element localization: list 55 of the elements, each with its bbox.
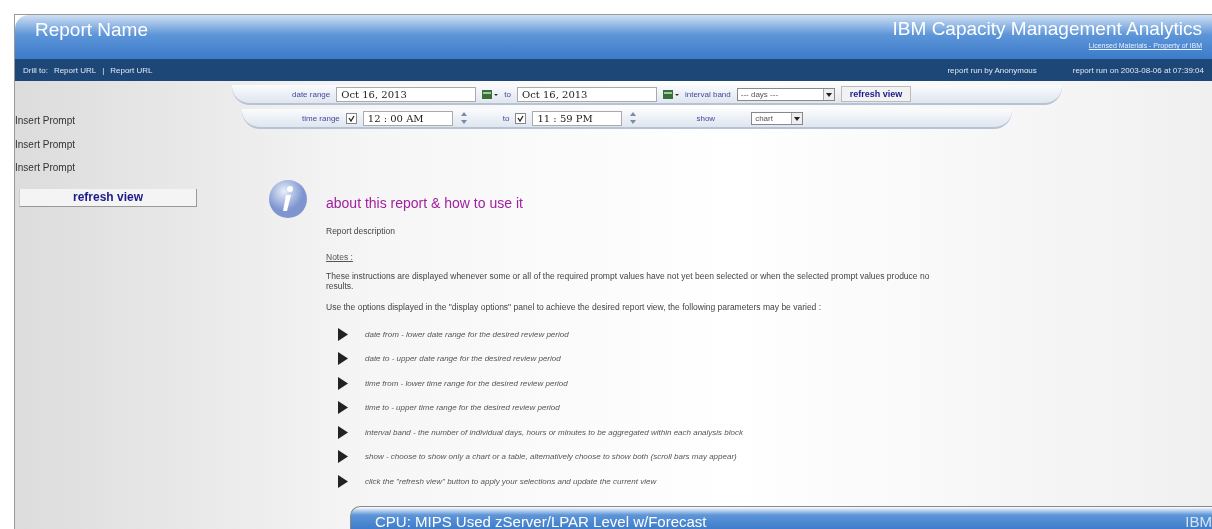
brand-text: IBM (1185, 513, 1212, 529)
time-from-field[interactable]: 12 : 00 AM (362, 110, 453, 126)
checkbox[interactable] (515, 112, 527, 124)
interval-select[interactable]: --- days --- (736, 87, 835, 101)
refresh-button[interactable]: refresh view (840, 86, 912, 102)
prompt-label: Insert Prompt (15, 115, 77, 128)
bullet-text: date to - upper date range for the desired review period (365, 354, 561, 363)
info-title: about this report & how to use it (326, 195, 524, 211)
bullet-text: interval band - the number of individual days, hours or minutes to be aggregated within each analysis block (365, 427, 743, 437)
report-link[interactable]: Report URL (53, 65, 97, 75)
calendar-icon[interactable] (662, 88, 679, 100)
instruction-paragraph: These instructions are displayed whenever some or all of the required prompt values have not yet been selected or when the selected prompt values produce no results. (326, 271, 931, 292)
report-link[interactable]: Report URL (110, 65, 153, 75)
date-to-field[interactable]: Oct 16, 2013 (516, 86, 657, 102)
bullet-text: show - choose to show only a chart or a table, alternatively choose to show both (scroll bars may appear) (365, 452, 737, 461)
refresh-button[interactable]: refresh view (19, 188, 197, 207)
report-description: Report description (326, 226, 396, 237)
triangle-icon (338, 327, 348, 341)
checkbox[interactable] (345, 112, 357, 124)
spinner-icon[interactable] (628, 110, 639, 126)
prompt-label: Insert Prompt (15, 138, 77, 152)
notes-label: Notes : (326, 252, 353, 263)
triangle-icon (338, 376, 348, 390)
drill-label: Drill to: (23, 65, 48, 75)
instruction-paragraph: Use the options displayed in the "display options" panel to achieve the desired report view, the following parameters may be varied : (326, 301, 823, 312)
bullet-text: time from - lower time range for the desired review period (365, 378, 568, 388)
chart-window-title: CPU: MIPS Used zServer/LPAR Level w/Forecast (375, 513, 707, 529)
run-on-text: report run on 2003-08-06 at 07:39:04 (1072, 65, 1204, 75)
caret-icon[interactable] (791, 112, 803, 124)
time-to-field[interactable]: 11 : 59 PM (532, 110, 623, 126)
info-icon (268, 179, 308, 219)
report-title: Report Name (35, 18, 148, 42)
triangle-icon (338, 352, 348, 365)
show-label: show (696, 113, 716, 123)
calendar-icon[interactable] (482, 88, 499, 100)
product-name: IBM Capacity Management Analytics (892, 17, 1202, 40)
to-label: to (504, 89, 511, 99)
spinner-icon[interactable] (458, 110, 469, 126)
bullet-text: date from - lower date range for the desired review period (365, 329, 569, 339)
triangle-icon (338, 450, 348, 463)
date-from-field[interactable]: Oct 16, 2013 (336, 86, 477, 102)
to-label: to (502, 113, 510, 123)
interval-band-label: interval band (684, 89, 731, 99)
triangle-icon (338, 401, 348, 414)
time-range-label: time range (302, 113, 340, 123)
bullet-text: click the "refresh view" button to apply your selections and update the current view (365, 476, 657, 486)
bullet-text: time to - upper time range for the desired review period (365, 403, 560, 412)
triangle-icon (338, 474, 348, 488)
prompt-label: Insert Prompt (15, 162, 77, 175)
run-by-text: report run by Anonymous (947, 65, 1037, 75)
show-select[interactable]: chart (751, 111, 804, 125)
separator: | (102, 65, 105, 75)
date-range-label: date range (292, 89, 331, 99)
caret-icon[interactable] (822, 88, 834, 100)
triangle-icon (338, 425, 348, 439)
